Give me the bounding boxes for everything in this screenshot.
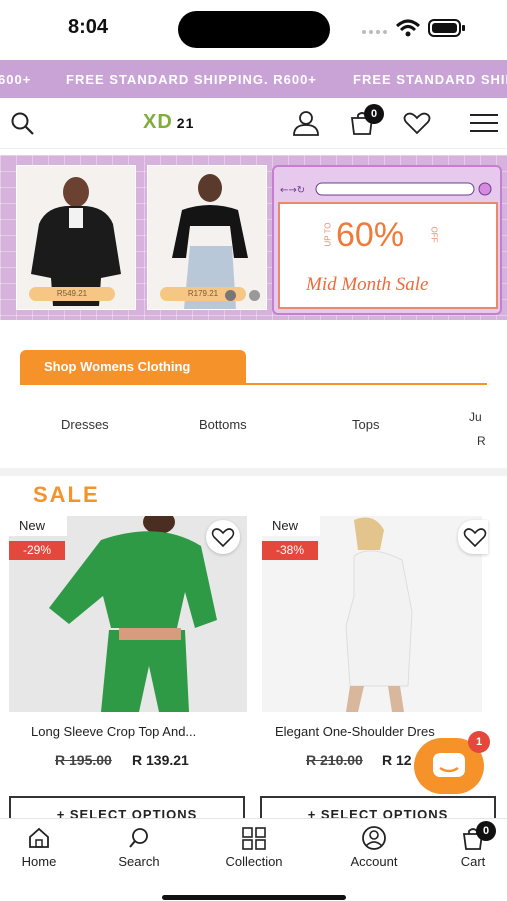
product-old-price: R 210.00 xyxy=(306,752,363,768)
nav-account[interactable]: Account xyxy=(341,826,407,869)
logo-suffix: 21 xyxy=(176,115,195,131)
nav-search[interactable]: Search xyxy=(110,826,168,869)
new-tag: New xyxy=(9,516,67,536)
tab-shop-womens-clothing[interactable]: Shop Womens Clothing xyxy=(20,350,246,384)
category-tops[interactable]: Tops xyxy=(352,417,379,432)
sale-ad-panel: UP TO 60% OFF Mid Month Sale xyxy=(278,202,498,309)
product-name[interactable]: Long Sleeve Crop Top And... xyxy=(31,724,237,739)
heart-icon xyxy=(463,528,487,548)
nav-label: Cart xyxy=(460,854,486,869)
battery-icon xyxy=(428,19,465,37)
collection-grid-icon xyxy=(242,827,266,850)
home-indicator xyxy=(162,895,346,900)
discount-badge: -38% xyxy=(262,541,318,560)
banner-photo-puffer-jacket: R549.21 xyxy=(16,165,136,310)
promo-text: FREE STANDARD SHIPPING. R600+ xyxy=(66,72,317,87)
menu-hamburger-icon[interactable] xyxy=(469,112,499,134)
sale-off-text: OFF xyxy=(429,226,439,243)
sale-upto-text: UP TO xyxy=(323,222,333,247)
search-icon xyxy=(129,828,148,848)
nav-home[interactable]: Home xyxy=(16,826,62,869)
promo-text: FREE STANDARD SHIP xyxy=(353,72,507,87)
account-icon[interactable] xyxy=(292,110,320,136)
promo-text: 600+ xyxy=(0,72,32,87)
banner-photo-crop-top: R179.21 xyxy=(147,165,267,310)
site-header: XD 21 0 xyxy=(0,98,507,149)
home-icon xyxy=(29,827,49,848)
status-time: 8:04 xyxy=(68,16,109,38)
nav-label: Collection xyxy=(225,854,283,869)
account-icon xyxy=(362,826,386,850)
discount-badge: -29% xyxy=(9,541,65,560)
nav-cart-count-badge: 0 xyxy=(476,821,496,841)
dynamic-island xyxy=(178,11,330,48)
product-old-price: R 195.00 xyxy=(55,752,112,768)
chat-unread-badge: 1 xyxy=(468,731,490,753)
search-icon[interactable] xyxy=(10,111,36,137)
wifi-icon xyxy=(395,19,421,37)
category-dresses[interactable]: Dresses xyxy=(61,417,109,432)
banner-price-pill: R549.21 xyxy=(29,287,115,301)
logo-text: XD xyxy=(143,111,173,133)
sale-heading: SALE xyxy=(33,482,100,507)
wishlist-heart-icon[interactable] xyxy=(402,112,432,136)
sale-percent: 60% xyxy=(336,216,405,254)
nav-collection[interactable]: Collection xyxy=(214,826,294,869)
promo-strip[interactable]: 600+ FREE STANDARD SHIPPING. R600+ FREE … xyxy=(0,60,507,98)
category-partial-line2: R xyxy=(477,434,486,448)
browser-bar-graphic: ←→↻ xyxy=(280,182,492,196)
wishlist-button[interactable] xyxy=(458,520,488,554)
tab-underline xyxy=(20,383,487,385)
wishlist-button[interactable] xyxy=(206,520,240,554)
new-tag: New xyxy=(262,516,320,536)
nav-label: Home xyxy=(21,854,57,869)
category-bottoms[interactable]: Bottoms xyxy=(199,417,247,432)
carousel-dot[interactable] xyxy=(225,290,236,301)
product-name[interactable]: Elegant One-Shoulder Dres xyxy=(275,724,475,739)
carousel-dot[interactable] xyxy=(249,290,260,301)
section-divider xyxy=(0,468,507,476)
nav-label: Account xyxy=(350,854,398,869)
category-partial[interactable]: Ju xyxy=(469,410,482,424)
heart-icon xyxy=(211,528,235,548)
product-price: R 12 xyxy=(382,752,412,768)
sale-title: Mid Month Sale xyxy=(306,274,429,295)
logo[interactable]: XD 21 xyxy=(143,111,194,134)
nav-label: Search xyxy=(118,854,160,869)
product-price: R 139.21 xyxy=(132,752,189,768)
cart-count-badge: 0 xyxy=(364,104,384,124)
svg-text:←→↻: ←→↻ xyxy=(280,185,305,196)
cellular-signal-icon xyxy=(362,30,387,34)
